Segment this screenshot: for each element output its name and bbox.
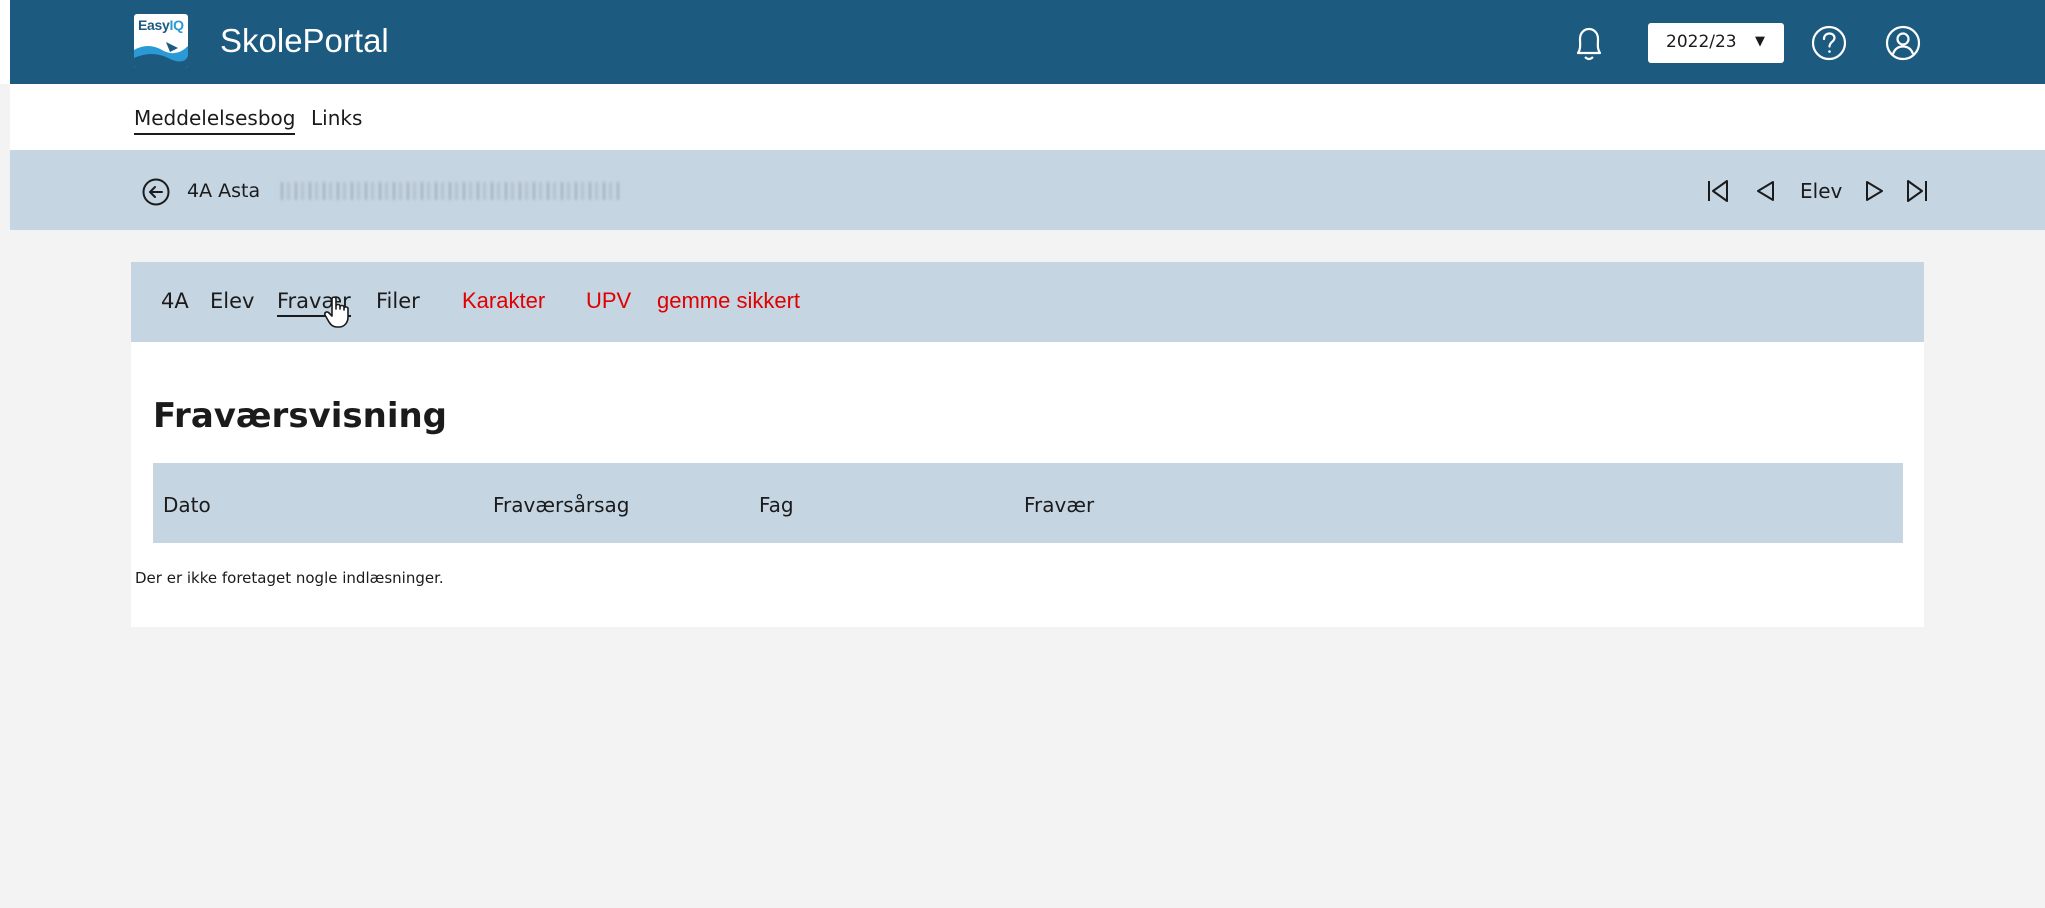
pager-label: Elev [1800, 179, 1843, 203]
previous-student-icon[interactable] [1752, 177, 1778, 205]
logo-text: EasyIQ [138, 17, 184, 33]
student-name: 4A Asta [187, 180, 261, 202]
easyiq-logo[interactable]: EasyIQ [134, 14, 188, 68]
page-title: Fraværsvisning [153, 396, 448, 436]
nav-meddelelsesbog[interactable]: Meddelelsesbog [134, 106, 296, 135]
bell-icon[interactable] [1571, 24, 1607, 64]
empty-state-message: Der er ikke foretaget nogle indlæsninger… [135, 569, 444, 587]
user-icon[interactable] [1884, 24, 1922, 62]
column-header-fravaer[interactable]: Fravær [1024, 493, 1094, 517]
tab-elev[interactable]: Elev [210, 289, 254, 313]
column-header-fravaersarsag[interactable]: Fraværsårsag [493, 493, 630, 517]
help-icon[interactable] [1810, 24, 1848, 62]
annotation-karakter: Karakter [462, 288, 546, 313]
school-year-select[interactable]: 2022/23 ▼ [1648, 23, 1784, 63]
tab-filer[interactable]: Filer [376, 289, 420, 313]
first-student-icon[interactable] [1704, 177, 1732, 205]
column-header-fag[interactable]: Fag [759, 493, 794, 517]
hand-cursor-icon [323, 294, 353, 330]
table-header: Dato Fraværsårsag Fag Fravær [153, 463, 1903, 543]
last-student-icon[interactable] [1903, 177, 1931, 205]
nav-links[interactable]: Links [311, 106, 362, 130]
sub-navigation: Meddelelsesbog Links [10, 84, 2045, 150]
window-edge [0, 0, 10, 84]
back-arrow-icon[interactable] [141, 177, 171, 207]
next-student-icon[interactable] [1862, 177, 1888, 205]
absence-card: 4A Elev Fravær Filer Karakter UPV gemme … [131, 262, 1924, 627]
annotation-gemme-sikkert: gemme sikkert [657, 288, 801, 313]
app-name: SkolePortal [220, 22, 389, 59]
annotation-upv: UPV [586, 288, 632, 313]
tab-class[interactable]: 4A [161, 289, 189, 313]
tab-bar: 4A Elev Fravær Filer Karakter UPV gemme … [131, 262, 1924, 342]
top-bar: EasyIQ SkolePortal 2022/23 ▼ [0, 0, 2045, 84]
student-bar: 4A Asta Elev [10, 150, 2045, 230]
column-header-dato[interactable]: Dato [163, 493, 211, 517]
chevron-down-icon: ▼ [1755, 34, 1765, 49]
redacted-name [276, 182, 620, 200]
school-year-value: 2022/23 [1666, 32, 1737, 52]
